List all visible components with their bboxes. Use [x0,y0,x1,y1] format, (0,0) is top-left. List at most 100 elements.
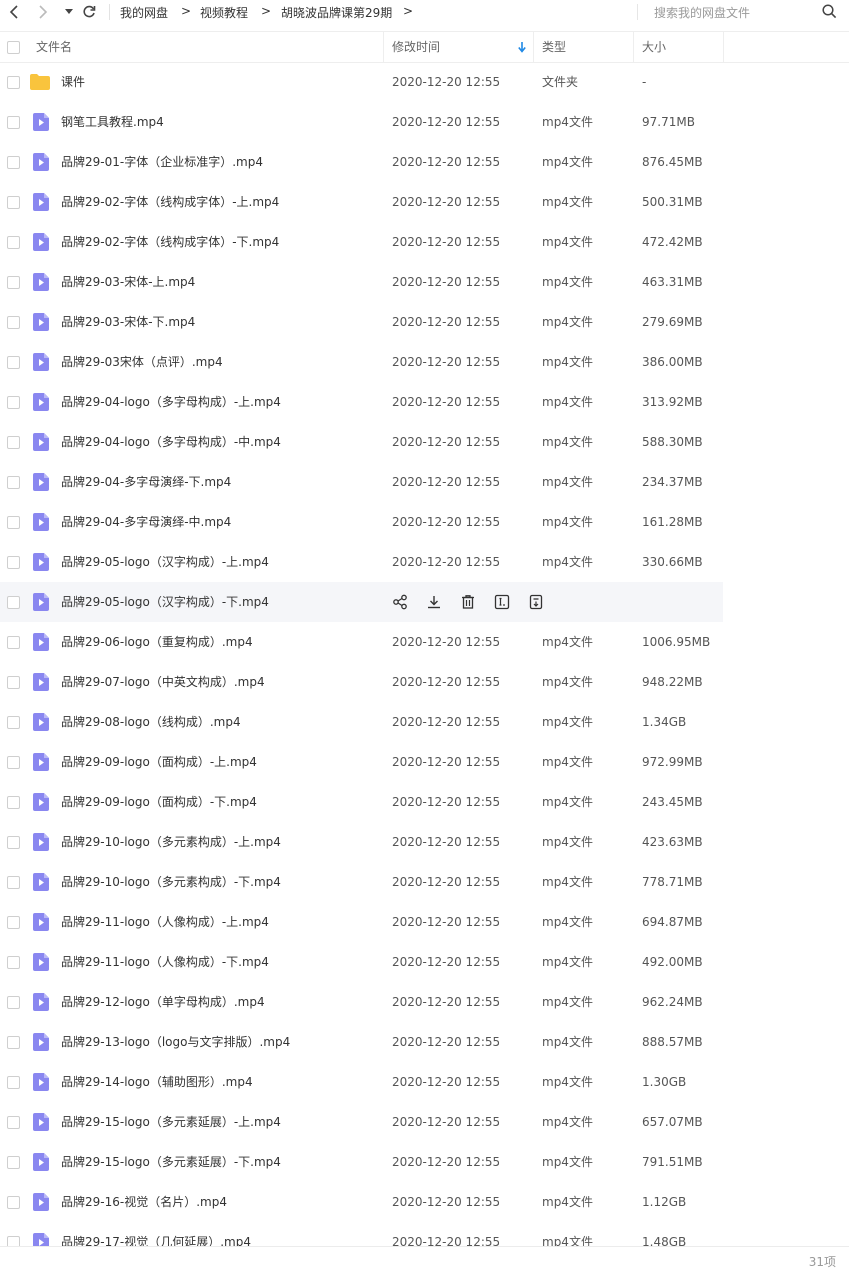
file-name[interactable]: 品牌29-07-logo（中英文构成）.mp4 [61,662,265,702]
file-row[interactable]: 品牌29-15-logo（多元素延展）-下.mp4 2020-12-20 12:5… [0,1142,849,1182]
row-checkbox[interactable] [7,556,20,569]
row-checkbox[interactable] [7,996,20,1009]
file-row[interactable]: 品牌29-10-logo（多元素构成）-下.mp4 2020-12-20 12:5… [0,862,849,902]
row-checkbox[interactable] [7,1196,20,1209]
file-name[interactable]: 品牌29-09-logo（面构成）-下.mp4 [61,782,257,822]
download-icon[interactable] [426,594,442,610]
file-name[interactable]: 品牌29-03-宋体-上.mp4 [61,262,195,302]
file-name[interactable]: 品牌29-02-字体（线构成字体）-上.mp4 [61,182,279,222]
row-checkbox[interactable] [7,396,20,409]
file-name[interactable]: 品牌29-12-logo（单字母构成）.mp4 [61,982,265,1022]
file-name[interactable]: 品牌29-11-logo（人像构成）-下.mp4 [61,942,269,982]
row-checkbox[interactable] [7,1116,20,1129]
column-header-type[interactable]: 类型 [542,32,566,62]
file-row[interactable]: 品牌29-14-logo（辅助图形）.mp4 2020-12-20 12:55 mp… [0,1062,849,1102]
file-name[interactable]: 品牌29-13-logo（logo与文字排版）.mp4 [61,1022,290,1062]
file-row[interactable]: 品牌29-09-logo（面构成）-上.mp4 2020-12-20 12:55 m… [0,742,849,782]
search-input[interactable]: 搜索我的网盘文件 [654,4,750,21]
row-checkbox[interactable] [7,1236,20,1246]
sort-desc-arrow-icon[interactable] [518,41,526,53]
file-name[interactable]: 品牌29-04-多字母演绎-下.mp4 [61,462,231,502]
file-row[interactable]: 品牌29-13-logo（logo与文字排版）.mp4 2020-12-20 12… [0,1022,849,1062]
file-row[interactable]: 品牌29-01-字体（企业标准字）.mp4 2020-12-20 12:55 mp4… [0,142,849,182]
row-checkbox[interactable] [7,236,20,249]
file-name[interactable]: 品牌29-02-字体（线构成字体）-下.mp4 [61,222,279,262]
file-name[interactable]: 课件 [61,62,85,102]
history-dropdown-button[interactable] [60,3,78,21]
row-checkbox[interactable] [7,276,20,289]
file-name[interactable]: 品牌29-04-logo（多字母构成）-中.mp4 [61,422,281,462]
breadcrumb-video-tutorials[interactable]: 视频教程 [200,4,248,21]
row-checkbox[interactable] [7,476,20,489]
share-icon[interactable] [392,594,408,610]
row-checkbox[interactable] [7,756,20,769]
file-row[interactable]: 品牌29-04-多字母演绎-中.mp4 2020-12-20 12:55 mp4文件… [0,502,849,542]
delete-icon[interactable] [460,594,476,610]
file-row[interactable]: 品牌29-03-宋体-上.mp4 2020-12-20 12:55 mp4文件 463… [0,262,849,302]
file-row[interactable]: 品牌29-10-logo（多元素构成）-上.mp4 2020-12-20 12:5… [0,822,849,862]
row-checkbox[interactable] [7,1156,20,1169]
forward-button[interactable] [34,3,52,21]
file-name[interactable]: 品牌29-09-logo（面构成）-上.mp4 [61,742,257,782]
row-checkbox[interactable] [7,436,20,449]
file-row[interactable]: 品牌29-16-视觉（名片）.mp4 2020-12-20 12:55 mp4文件 1… [0,1182,849,1222]
search-icon[interactable] [822,4,837,19]
file-row[interactable]: 品牌29-03宋体（点评）.mp4 2020-12-20 12:55 mp4文件 38… [0,342,849,382]
row-checkbox[interactable] [7,716,20,729]
file-row[interactable]: 品牌29-04-logo（多字母构成）-中.mp4 2020-12-20 12:5… [0,422,849,462]
file-row[interactable]: 品牌29-09-logo（面构成）-下.mp4 2020-12-20 12:55 m… [0,782,849,822]
file-row[interactable]: 品牌29-05-logo（汉字构成）-上.mp4 2020-12-20 12:55… [0,542,849,582]
file-name[interactable]: 品牌29-10-logo（多元素构成）-上.mp4 [61,822,281,862]
file-row[interactable]: 钢笔工具教程.mp4 2020-12-20 12:55 mp4文件 97.71MB [0,102,849,142]
file-name[interactable]: 品牌29-05-logo（汉字构成）-上.mp4 [61,542,269,582]
file-name[interactable]: 品牌29-15-logo（多元素延展）-下.mp4 [61,1142,281,1182]
row-checkbox[interactable] [7,1076,20,1089]
file-name[interactable]: 品牌29-10-logo（多元素构成）-下.mp4 [61,862,281,902]
row-checkbox[interactable] [7,316,20,329]
row-checkbox[interactable] [7,356,20,369]
file-name[interactable]: 品牌29-01-字体（企业标准字）.mp4 [61,142,263,182]
column-header-modified[interactable]: 修改时间 [392,32,440,62]
file-row[interactable]: 品牌29-03-宋体-下.mp4 2020-12-20 12:55 mp4文件 279… [0,302,849,342]
file-row[interactable]: 品牌29-02-字体（线构成字体）-上.mp4 2020-12-20 12:55 m… [0,182,849,222]
row-checkbox[interactable] [7,636,20,649]
file-row[interactable]: 品牌29-17-视觉（几何延展）.mp4 2020-12-20 12:55 mp4文… [0,1222,849,1246]
more-icon[interactable] [528,594,544,610]
file-row[interactable]: 品牌29-02-字体（线构成字体）-下.mp4 2020-12-20 12:55 m… [0,222,849,262]
file-name[interactable]: 品牌29-08-logo（线构成）.mp4 [61,702,241,742]
file-name[interactable]: 品牌29-04-logo（多字母构成）-上.mp4 [61,382,281,422]
file-row[interactable]: 品牌29-04-多字母演绎-下.mp4 2020-12-20 12:55 mp4文件… [0,462,849,502]
row-checkbox[interactable] [7,196,20,209]
row-checkbox[interactable] [7,916,20,929]
file-name[interactable]: 品牌29-03宋体（点评）.mp4 [61,342,223,382]
row-checkbox[interactable] [7,676,20,689]
row-checkbox[interactable] [7,596,20,609]
select-all-checkbox[interactable] [7,41,20,54]
row-checkbox[interactable] [7,956,20,969]
file-name[interactable]: 品牌29-15-logo（多元素延展）-上.mp4 [61,1102,281,1142]
row-checkbox[interactable] [7,116,20,129]
search-box[interactable]: 搜索我的网盘文件 [637,0,849,24]
file-row[interactable]: 品牌29-15-logo（多元素延展）-上.mp4 2020-12-20 12:5… [0,1102,849,1142]
file-name[interactable]: 品牌29-11-logo（人像构成）-上.mp4 [61,902,269,942]
row-checkbox[interactable] [7,796,20,809]
file-name[interactable]: 品牌29-03-宋体-下.mp4 [61,302,195,342]
rename-icon[interactable] [494,594,510,610]
breadcrumb-current-folder[interactable]: 胡晓波品牌课第29期 [281,4,392,21]
back-button[interactable] [5,3,23,21]
column-header-size[interactable]: 大小 [642,32,666,62]
file-name[interactable]: 品牌29-04-多字母演绎-中.mp4 [61,502,231,542]
file-name[interactable]: 品牌29-17-视觉（几何延展）.mp4 [61,1222,251,1246]
file-name[interactable]: 品牌29-14-logo（辅助图形）.mp4 [61,1062,253,1102]
file-name[interactable]: 品牌29-16-视觉（名片）.mp4 [61,1182,227,1222]
row-checkbox[interactable] [7,836,20,849]
row-checkbox[interactable] [7,76,20,89]
breadcrumb-my-drive[interactable]: 我的网盘 [120,4,168,21]
row-checkbox[interactable] [7,876,20,889]
file-name[interactable]: 钢笔工具教程.mp4 [61,102,164,142]
file-row[interactable]: 品牌29-11-logo（人像构成）-上.mp4 2020-12-20 12:55… [0,902,849,942]
file-name[interactable]: 品牌29-06-logo（重复构成）.mp4 [61,622,253,662]
file-row[interactable]: 品牌29-06-logo（重复构成）.mp4 2020-12-20 12:55 mp… [0,622,849,662]
row-checkbox[interactable] [7,1036,20,1049]
file-row[interactable]: 品牌29-05-logo（汉字构成）-下.mp4 [0,582,723,622]
